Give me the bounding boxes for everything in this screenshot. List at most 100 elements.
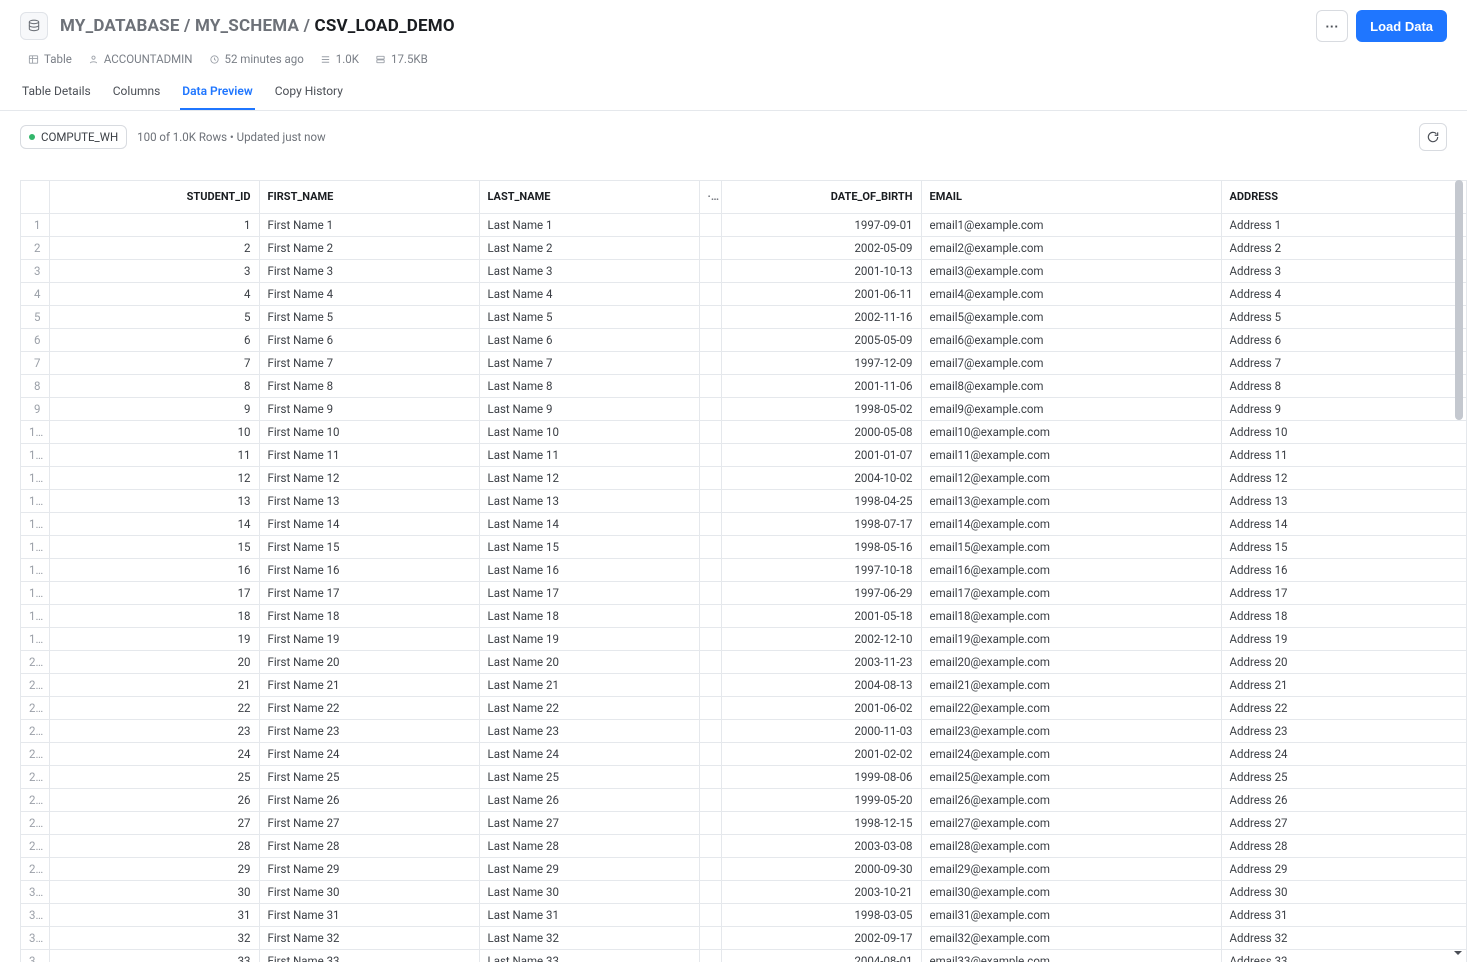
scroll-down-button[interactable] [1451,946,1465,960]
cell-email: email25@example.com [921,765,1221,788]
cell-last-name: Last Name 18 [479,604,699,627]
tab-copy-history[interactable]: Copy History [273,76,345,110]
table-row[interactable]: 1414First Name 14Last Name 141998-07-17e… [21,512,1467,535]
table-row[interactable]: 2626First Name 26Last Name 261999-05-20e… [21,788,1467,811]
table-row[interactable]: 77First Name 7Last Name 71997-12-09email… [21,351,1467,374]
table-row[interactable]: 1010First Name 10Last Name 102000-05-08e… [21,420,1467,443]
cell-dob: 2000-11-03 [721,719,921,742]
table-row[interactable]: 2727First Name 27Last Name 271998-12-15e… [21,811,1467,834]
col-date-of-birth[interactable]: DATE_OF_BIRTH [721,181,921,213]
table-row[interactable]: 22First Name 2Last Name 22002-05-09email… [21,236,1467,259]
col-last-name[interactable]: LAST_NAME [479,181,699,213]
cell-overflow [699,259,721,282]
cell-email: email6@example.com [921,328,1221,351]
breadcrumb-sep: / [304,16,315,36]
cell-first-name: First Name 25 [259,765,479,788]
cell-email: email22@example.com [921,696,1221,719]
refresh-button[interactable] [1419,123,1447,151]
col-overflow[interactable]: ··· [699,181,721,213]
cell-student-id: 23 [49,719,259,742]
tab-table-details[interactable]: Table Details [20,76,93,110]
table-row[interactable]: 1717First Name 17Last Name 171997-06-29e… [21,581,1467,604]
scrollbar-thumb[interactable] [1455,180,1463,420]
table-row[interactable]: 55First Name 5Last Name 52002-11-16email… [21,305,1467,328]
breadcrumb-schema[interactable]: MY_SCHEMA [195,16,299,36]
cell-address: Address 10 [1221,420,1467,443]
cell-student-id: 3 [49,259,259,282]
cell-rownum: 17 [21,581,49,604]
warehouse-selector[interactable]: COMPUTE_WH [20,125,127,149]
table-row[interactable]: 99First Name 9Last Name 91998-05-02email… [21,397,1467,420]
cell-student-id: 5 [49,305,259,328]
data-grid[interactable]: STUDENT_ID FIRST_NAME LAST_NAME ··· DATE… [20,180,1467,962]
table-row[interactable]: 3131First Name 31Last Name 311998-03-05e… [21,903,1467,926]
table-row[interactable]: 66First Name 6Last Name 62005-05-09email… [21,328,1467,351]
table-row[interactable]: 1313First Name 13Last Name 131998-04-25e… [21,489,1467,512]
breadcrumb-db[interactable]: MY_DATABASE [60,16,180,36]
table-row[interactable]: 2929First Name 29Last Name 292000-09-30e… [21,857,1467,880]
table-row[interactable]: 2525First Name 25Last Name 251999-08-06e… [21,765,1467,788]
cell-overflow [699,765,721,788]
cell-overflow [699,351,721,374]
table-row[interactable]: 2121First Name 21Last Name 212004-08-13e… [21,673,1467,696]
table-row[interactable]: 3333First Name 33Last Name 332004-08-01e… [21,949,1467,962]
cell-last-name: Last Name 17 [479,581,699,604]
cell-rownum: 3 [21,259,49,282]
load-data-button[interactable]: Load Data [1356,10,1447,42]
cell-rownum: 22 [21,696,49,719]
vertical-scrollbar[interactable] [1455,180,1463,942]
cell-last-name: Last Name 25 [479,765,699,788]
tab-data-preview[interactable]: Data Preview [180,76,254,110]
table-row[interactable]: 1515First Name 15Last Name 151998-05-16e… [21,535,1467,558]
cell-address: Address 21 [1221,673,1467,696]
col-rownum[interactable] [21,181,49,213]
table-row[interactable]: 11First Name 1Last Name 11997-09-01email… [21,213,1467,236]
cell-overflow [699,397,721,420]
meta-role-label: ACCOUNTADMIN [104,52,193,66]
cell-email: email29@example.com [921,857,1221,880]
cell-overflow [699,581,721,604]
cell-first-name: First Name 31 [259,903,479,926]
table-row[interactable]: 2020First Name 20Last Name 202003-11-23e… [21,650,1467,673]
cell-email: email2@example.com [921,236,1221,259]
table-row[interactable]: 1212First Name 12Last Name 122004-10-02e… [21,466,1467,489]
table-row[interactable]: 3030First Name 30Last Name 302003-10-21e… [21,880,1467,903]
cell-address: Address 33 [1221,949,1467,962]
chevron-down-icon [1453,948,1463,958]
meta-row: Table ACCOUNTADMIN 52 minutes ago 1.0K 1… [0,48,1467,76]
table-row[interactable]: 1818First Name 18Last Name 182001-05-18e… [21,604,1467,627]
cell-overflow [699,558,721,581]
database-icon[interactable] [20,12,48,40]
cell-overflow [699,328,721,351]
table-row[interactable]: 2222First Name 22Last Name 222001-06-02e… [21,696,1467,719]
user-icon [88,54,99,65]
cell-address: Address 24 [1221,742,1467,765]
table-row[interactable]: 3232First Name 32Last Name 322002-09-17e… [21,926,1467,949]
cell-rownum: 13 [21,489,49,512]
table-row[interactable]: 44First Name 4Last Name 42001-06-11email… [21,282,1467,305]
cell-dob: 1998-12-15 [721,811,921,834]
table-row[interactable]: 1111First Name 11Last Name 112001-01-07e… [21,443,1467,466]
cell-last-name: Last Name 6 [479,328,699,351]
table-row[interactable]: 2828First Name 28Last Name 282003-03-08e… [21,834,1467,857]
col-first-name[interactable]: FIRST_NAME [259,181,479,213]
cell-rownum: 12 [21,466,49,489]
table-row[interactable]: 2323First Name 23Last Name 232000-11-03e… [21,719,1467,742]
tab-columns[interactable]: Columns [111,76,163,110]
meta-age: 52 minutes ago [209,52,304,66]
table-row[interactable]: 2424First Name 24Last Name 242001-02-02e… [21,742,1467,765]
table-row[interactable]: 33First Name 3Last Name 32001-10-13email… [21,259,1467,282]
table-row[interactable]: 1616First Name 16Last Name 161997-10-18e… [21,558,1467,581]
more-actions-button[interactable]: ··· [1316,10,1348,42]
cell-student-id: 26 [49,788,259,811]
cell-rownum: 18 [21,604,49,627]
table-row[interactable]: 88First Name 8Last Name 82001-11-06email… [21,374,1467,397]
col-address[interactable]: ADDRESS [1221,181,1467,213]
cell-address: Address 27 [1221,811,1467,834]
cell-student-id: 32 [49,926,259,949]
col-email[interactable]: EMAIL [921,181,1221,213]
cell-first-name: First Name 21 [259,673,479,696]
table-row[interactable]: 1919First Name 19Last Name 192002-12-10e… [21,627,1467,650]
col-student-id[interactable]: STUDENT_ID [49,181,259,213]
cell-dob: 2002-09-17 [721,926,921,949]
